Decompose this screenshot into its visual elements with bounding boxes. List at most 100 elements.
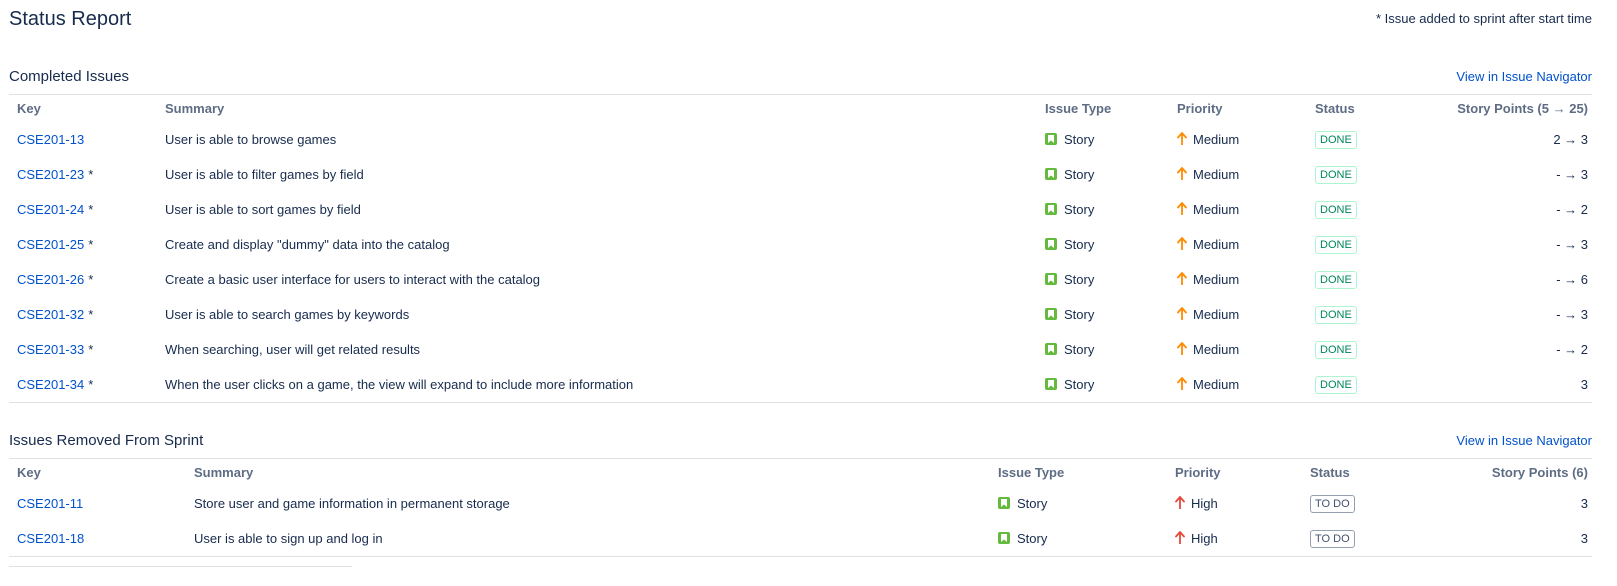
issue-type-cell: Story	[1037, 122, 1169, 157]
table-row: CSE201-23 * User is able to filter games b…	[9, 157, 1592, 192]
issue-type-cell: Story	[1037, 192, 1169, 227]
issue-type-label: Story	[1064, 202, 1095, 217]
view-in-issue-navigator-link[interactable]: View in Issue Navigator	[1456, 433, 1592, 448]
issue-key-link[interactable]: CSE201-13	[17, 132, 84, 147]
status-cell: DONE	[1307, 157, 1397, 192]
horizontal-scrollbar[interactable]	[9, 566, 352, 567]
column-header-key[interactable]: Key	[9, 459, 186, 487]
issue-key-cell: CSE201-23 *	[9, 157, 157, 192]
priority-label: Medium	[1193, 236, 1240, 252]
story-points-cell: 2 → 3	[1397, 122, 1592, 157]
table-row: CSE201-25 * Create and display "dummy" dat…	[9, 227, 1592, 262]
priority-cell: Medium	[1169, 157, 1307, 192]
story-points-value: 3	[1580, 377, 1588, 392]
summary-cell: User is able to filter games by field	[165, 167, 364, 182]
issue-type-label: Story	[1017, 531, 1048, 546]
status-lozenge: DONE	[1315, 235, 1357, 254]
status-cell: DONE	[1307, 122, 1397, 157]
issue-key-link[interactable]: CSE201-34	[17, 377, 84, 392]
column-header-priority[interactable]: Priority	[1167, 459, 1302, 487]
section-title: Completed Issues	[9, 68, 130, 85]
story-points-cell: - → 3	[1397, 297, 1592, 332]
story-points-value: - → 2	[1556, 202, 1588, 217]
priority-label: High	[1191, 495, 1218, 511]
added-after-start-marker: *	[88, 272, 94, 287]
status-lozenge: DONE	[1315, 305, 1357, 324]
priority-cell: Medium	[1169, 332, 1307, 367]
column-header-priority[interactable]: Priority	[1169, 95, 1307, 123]
issue-type-label: Story	[1064, 237, 1095, 252]
column-header-issue-type[interactable]: Issue Type	[990, 459, 1167, 487]
issue-key-cell: CSE201-32 *	[9, 297, 157, 332]
table-row: CSE201-26 * Create a basic user interface …	[9, 262, 1592, 297]
story-points-cell: - → 2	[1397, 332, 1592, 367]
status-cell: DONE	[1307, 297, 1397, 332]
priority-label: Medium	[1193, 376, 1240, 392]
summary-cell: User is able to browse games	[165, 132, 337, 147]
priority-arrow-up-icon	[1177, 131, 1187, 148]
table-row: CSE201-34 * When the user clicks on a game…	[9, 367, 1592, 403]
issue-key-cell: CSE201-33 *	[9, 332, 157, 367]
column-header-story-points[interactable]: Story Points (6)	[1402, 459, 1592, 487]
status-lozenge: DONE	[1315, 130, 1357, 149]
issue-type-label: Story	[1017, 496, 1048, 511]
priority-cell: Medium	[1169, 367, 1307, 403]
status-lozenge: DONE	[1315, 270, 1357, 289]
issue-type-cell: Story	[1037, 332, 1169, 367]
issue-key-link[interactable]: CSE201-23	[17, 167, 84, 182]
column-header-story-points[interactable]: Story Points (5 → 25)	[1397, 95, 1592, 123]
issue-key-link[interactable]: CSE201-25	[17, 237, 84, 252]
story-points-value: 2 → 3	[1553, 132, 1588, 147]
story-points-cell: - → 3	[1397, 227, 1592, 262]
priority-cell: Medium	[1169, 227, 1307, 262]
issue-key-link[interactable]: CSE201-11	[17, 496, 83, 511]
story-icon	[1045, 273, 1057, 285]
story-points-value: - → 2	[1556, 342, 1588, 357]
status-lozenge: DONE	[1315, 375, 1357, 394]
priority-label: Medium	[1193, 131, 1240, 147]
issue-key-link[interactable]: CSE201-26	[17, 272, 84, 287]
priority-arrow-up-icon	[1177, 376, 1187, 393]
column-header-key[interactable]: Key	[9, 95, 157, 123]
story-points-cell: - → 2	[1397, 192, 1592, 227]
issue-type-label: Story	[1064, 132, 1095, 147]
issue-key-link[interactable]: CSE201-33	[17, 342, 84, 357]
issue-type-cell: Story	[1037, 297, 1169, 332]
story-points-value: - → 6	[1556, 272, 1588, 287]
table-header-row: Key Summary Issue Type Priority Status S…	[9, 459, 1592, 487]
issue-key-link[interactable]: CSE201-24	[17, 202, 84, 217]
added-after-start-marker: *	[88, 167, 94, 182]
issue-key-link[interactable]: CSE201-18	[17, 531, 84, 546]
priority-cell: Medium	[1169, 122, 1307, 157]
issue-type-cell: Story	[1037, 157, 1169, 192]
story-points-cell: 3	[1402, 521, 1592, 557]
removed-issues-table: Key Summary Issue Type Priority Status S…	[9, 458, 1592, 557]
issue-key-link[interactable]: CSE201-32	[17, 307, 84, 322]
column-header-issue-type[interactable]: Issue Type	[1037, 95, 1169, 123]
priority-label: Medium	[1193, 201, 1240, 217]
story-points-cell: 3	[1397, 367, 1592, 403]
section-header: Completed Issues View in Issue Navigator	[9, 66, 1592, 94]
priority-label: High	[1191, 530, 1218, 546]
priority-arrow-up-icon	[1177, 166, 1187, 183]
summary-cell: Create and display "dummy" data into the…	[165, 237, 450, 252]
priority-arrow-up-icon	[1177, 271, 1187, 288]
issue-key-cell: CSE201-13	[9, 122, 157, 157]
story-icon	[1045, 378, 1057, 390]
completed-issues-section: Completed Issues View in Issue Navigator…	[9, 66, 1592, 403]
column-header-summary[interactable]: Summary	[157, 95, 1037, 123]
status-lozenge: TO DO	[1310, 494, 1355, 513]
summary-cell: User is able to sign up and log in	[194, 531, 383, 546]
issue-key-cell: CSE201-26 *	[9, 262, 157, 297]
priority-arrow-up-icon	[1177, 306, 1187, 323]
table-header-row: Key Summary Issue Type Priority Status S…	[9, 95, 1592, 123]
column-header-status[interactable]: Status	[1307, 95, 1397, 123]
issue-type-label: Story	[1064, 167, 1095, 182]
issue-type-cell: Story	[990, 521, 1167, 557]
column-header-summary[interactable]: Summary	[186, 459, 990, 487]
story-icon	[998, 532, 1010, 544]
added-after-start-marker: *	[88, 342, 94, 357]
view-in-issue-navigator-link[interactable]: View in Issue Navigator	[1456, 69, 1592, 84]
column-header-status[interactable]: Status	[1302, 459, 1402, 487]
issue-key-cell: CSE201-11	[9, 486, 186, 521]
